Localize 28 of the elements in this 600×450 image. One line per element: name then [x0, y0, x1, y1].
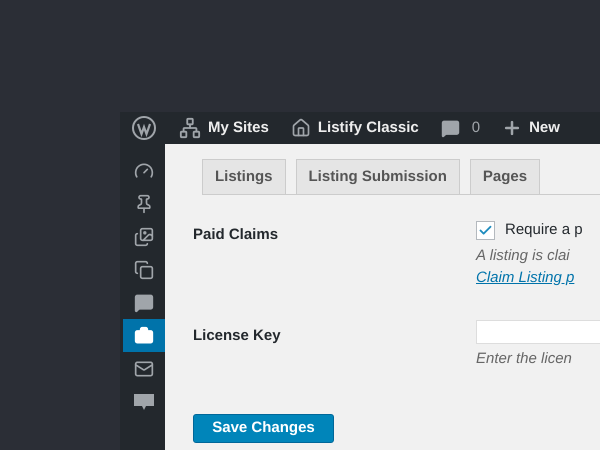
pages-icon: [134, 260, 154, 280]
comment-icon: [440, 118, 460, 138]
mail-icon: [134, 358, 154, 378]
save-changes-button[interactable]: Save Changes: [193, 414, 334, 443]
checkbox-label: Require a p: [505, 220, 583, 240]
sidebar-menu-item[interactable]: [123, 319, 165, 352]
checkbox[interactable]: [476, 220, 495, 240]
site-name-link[interactable]: Listify Classic: [290, 116, 419, 140]
briefcase-icon: [134, 326, 154, 346]
woo-bubble-icon: [132, 392, 156, 412]
field-description: A listing is clai: [476, 246, 571, 266]
settings-tab[interactable]: Listings: [202, 159, 286, 194]
field-description: Enter the licen: [476, 348, 573, 368]
wordpress-logo-icon[interactable]: [131, 115, 157, 141]
images-icon: [134, 226, 154, 246]
comments-link[interactable]: 0: [440, 116, 480, 140]
new-link[interactable]: New: [502, 116, 560, 140]
field-label: Paid Claims: [193, 225, 280, 245]
home-icon: [290, 118, 311, 138]
field-label: License Key: [193, 326, 282, 346]
claim-listing-link[interactable]: Claim Listing p: [476, 267, 583, 290]
license-key-input[interactable]: [476, 320, 600, 344]
dashboard-icon: [134, 160, 154, 180]
network-icon: [179, 117, 201, 139]
comment-icon: [134, 292, 154, 312]
settings-tab[interactable]: Pages: [470, 159, 540, 194]
settings-tab[interactable]: Listing Submission: [296, 159, 460, 194]
my-sites-link[interactable]: My Sites: [179, 116, 269, 140]
